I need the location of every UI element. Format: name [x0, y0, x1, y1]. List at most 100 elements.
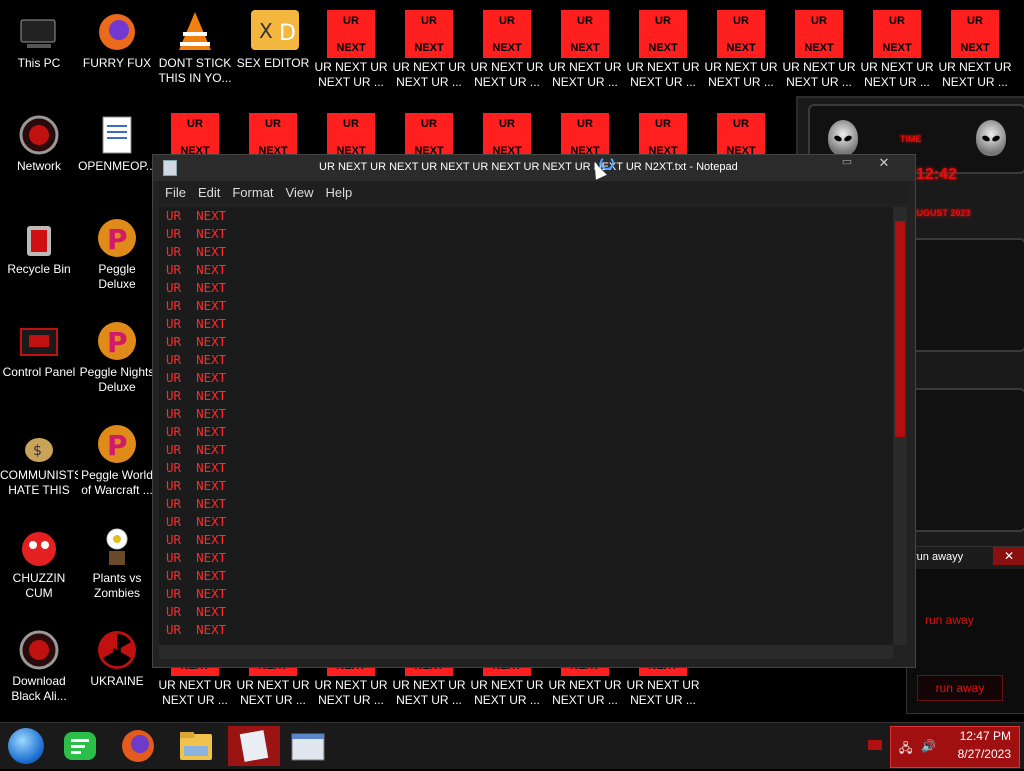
- desktop-icon-firefox[interactable]: FURRY FUX: [78, 4, 156, 104]
- run-away-link[interactable]: run away: [925, 613, 974, 627]
- text-line: UR NEXT: [166, 622, 227, 637]
- desktop-icon-label: UR NEXT UR NEXT UR ...: [158, 678, 232, 707]
- taskbar-firefox[interactable]: [114, 726, 162, 766]
- desktop-icon-ur-next[interactable]: UR NEXT UR NEXT UR NEXT UR ...: [624, 4, 702, 104]
- desktop-icon-radiation[interactable]: UKRAINE: [78, 622, 156, 722]
- folder-icon: [180, 732, 212, 760]
- run-away-button[interactable]: run away: [917, 675, 1003, 701]
- desktop-icon-label: Control Panel: [2, 365, 76, 379]
- desktop-icon-label: UR NEXT UR NEXT UR ...: [470, 60, 544, 89]
- desktop-icon-label: UR NEXT UR NEXT UR ...: [392, 60, 466, 89]
- desktop-icon-label: UR NEXT UR NEXT UR ...: [860, 60, 934, 89]
- desktop-icon-network[interactable]: Network: [0, 107, 78, 207]
- desktop-icon-recycle-bin[interactable]: Recycle Bin: [0, 210, 78, 310]
- run-away-window[interactable]: run awayy ✕ run away run away: [906, 546, 1024, 714]
- desktop-icon-peggle[interactable]: P Peggle Nights Deluxe: [78, 313, 156, 413]
- plant-icon: [95, 525, 139, 569]
- svg-text:X: X: [259, 19, 273, 43]
- taskbar-window-app[interactable]: [284, 726, 332, 766]
- text-line: UR NEXT: [166, 334, 227, 349]
- desktop-icon-label: Peggle World of Warcraft ...: [81, 468, 153, 497]
- start-button[interactable]: [8, 728, 44, 764]
- desktop-icon-money-bag[interactable]: $ COMMUNISTS HATE THIS G...: [0, 416, 78, 516]
- desktop-icon-label: Plants vs Zombies: [92, 571, 142, 600]
- desktop-icon-label: Recycle Bin: [7, 262, 71, 276]
- notepad-text-area[interactable]: UR NEXT UR NEXT UR NEXT UR NEXT UR NEXT UR NE…: [159, 207, 893, 645]
- desktop-icon-label: UR NEXT UR NEXT UR ...: [626, 678, 700, 707]
- recycle-bin-icon: [17, 216, 61, 260]
- desktop-icon-hxd[interactable]: XD SEX EDITOR: [234, 4, 312, 104]
- minimize-icon[interactable]: ▭: [835, 155, 859, 171]
- desktop-icon-alien[interactable]: Download Black Ali...: [0, 622, 78, 722]
- taskbar-chat-app[interactable]: [56, 726, 104, 766]
- desktop-icon-ur-next[interactable]: UR NEXT UR NEXT UR NEXT UR ...: [546, 4, 624, 104]
- notepad-icon: [163, 160, 177, 176]
- ur-next-top-text: UR: [421, 15, 437, 27]
- ur-next-top-text: UR: [811, 15, 827, 27]
- taskbar-notepad-active[interactable]: [228, 726, 280, 766]
- menu-help[interactable]: Help: [319, 182, 358, 200]
- text-line: UR NEXT: [166, 280, 227, 295]
- clock-date[interactable]: 8/27/2023: [958, 747, 1011, 761]
- ur-next-bottom-text: NEXT: [804, 42, 834, 54]
- desktop: This PC Network Recycle Bin Control Panel $ C…: [0, 0, 1024, 722]
- desktop-icon-document[interactable]: OPENMEOP...: [78, 107, 156, 207]
- ur-next-top-text: UR: [577, 15, 593, 27]
- desktop-icon-control-panel[interactable]: Control Panel: [0, 313, 78, 413]
- text-line: UR NEXT: [166, 370, 227, 385]
- desktop-icon-vlc[interactable]: DONT STICK THIS IN YO...: [156, 4, 234, 104]
- clock-time[interactable]: 12:47 PM: [960, 729, 1011, 743]
- text-line: UR NEXT: [166, 262, 227, 277]
- taskbar-file-explorer[interactable]: [172, 726, 220, 766]
- run-away-title: run awayy: [913, 551, 964, 563]
- text-line: UR NEXT: [166, 388, 227, 403]
- horizontal-scrollbar[interactable]: [159, 645, 893, 659]
- ur-next-top-text: UR: [499, 118, 515, 130]
- desktop-icon-peggle[interactable]: P Peggle World of Warcraft ...: [78, 416, 156, 516]
- firefox-icon: [122, 730, 154, 762]
- ur-next-top-text: UR: [889, 15, 905, 27]
- menu-view[interactable]: View: [280, 182, 320, 200]
- menu-file[interactable]: File: [159, 182, 192, 200]
- ur-next-top-text: UR: [733, 15, 749, 27]
- busy-spinner-icon: [600, 156, 614, 170]
- ur-next-icon: UR NEXT: [327, 10, 375, 58]
- desktop-icon-label: This PC: [17, 56, 61, 70]
- close-icon[interactable]: ✕: [867, 155, 901, 171]
- desktop-icon-ur-next[interactable]: UR NEXT UR NEXT UR NEXT UR ...: [858, 4, 936, 104]
- menu-format[interactable]: Format: [226, 182, 279, 200]
- desktop-icon-ur-next[interactable]: UR NEXT UR NEXT UR NEXT UR ...: [702, 4, 780, 104]
- desktop-icon-peggle[interactable]: P Peggle Deluxe: [78, 210, 156, 310]
- notepad-window[interactable]: UR NEXT UR NEXT UR NEXT UR NEXT UR NEXT …: [152, 154, 916, 668]
- desktop-icon-label: UR NEXT UR NEXT UR ...: [470, 678, 544, 707]
- notepad-title: UR NEXT UR NEXT UR NEXT UR NEXT UR NEXT …: [319, 161, 738, 173]
- ur-next-top-text: UR: [655, 15, 671, 27]
- desktop-icon-chuzzle[interactable]: CHUZZIN CUM: [0, 519, 78, 619]
- notepad-titlebar[interactable]: UR NEXT UR NEXT UR NEXT UR NEXT UR NEXT …: [153, 155, 915, 181]
- ur-next-icon: UR NEXT: [405, 10, 453, 58]
- desktop-icon-label: UR NEXT UR NEXT UR ...: [548, 60, 622, 89]
- run-away-titlebar[interactable]: run awayy ✕: [907, 547, 1024, 569]
- tray-notification-icon[interactable]: [868, 740, 882, 750]
- ur-next-top-text: UR: [421, 118, 437, 130]
- desktop-icon-label: UR NEXT UR NEXT UR ...: [314, 60, 388, 89]
- ur-next-icon: UR NEXT: [873, 10, 921, 58]
- text-line: UR NEXT: [166, 208, 227, 223]
- network-icon[interactable]: 🖧: [899, 739, 912, 760]
- desktop-icon-plant[interactable]: Plants vs Zombies: [78, 519, 156, 619]
- close-icon[interactable]: ✕: [993, 547, 1024, 565]
- desktop-icon-ur-next[interactable]: UR NEXT UR NEXT UR NEXT UR ...: [936, 4, 1014, 104]
- text-line: UR NEXT: [166, 460, 227, 475]
- desktop-icon-label: UR NEXT UR NEXT UR ...: [626, 60, 700, 89]
- desktop-icon-ur-next[interactable]: UR NEXT UR NEXT UR NEXT UR ...: [780, 4, 858, 104]
- desktop-icon-ur-next[interactable]: UR NEXT UR NEXT UR NEXT UR ...: [468, 4, 546, 104]
- desktop-icon-label: Peggle Nights Deluxe: [79, 365, 155, 394]
- scrollbar-thumb[interactable]: [895, 221, 905, 437]
- text-line: UR NEXT: [166, 568, 227, 583]
- menu-edit[interactable]: Edit: [192, 182, 226, 200]
- desktop-icon-ur-next[interactable]: UR NEXT UR NEXT UR NEXT UR ...: [312, 4, 390, 104]
- desktop-icon-computer[interactable]: This PC: [0, 4, 78, 104]
- desktop-icon-ur-next[interactable]: UR NEXT UR NEXT UR NEXT UR ...: [390, 4, 468, 104]
- volume-icon[interactable]: 🔊: [921, 739, 936, 753]
- vertical-scrollbar[interactable]: [893, 207, 907, 645]
